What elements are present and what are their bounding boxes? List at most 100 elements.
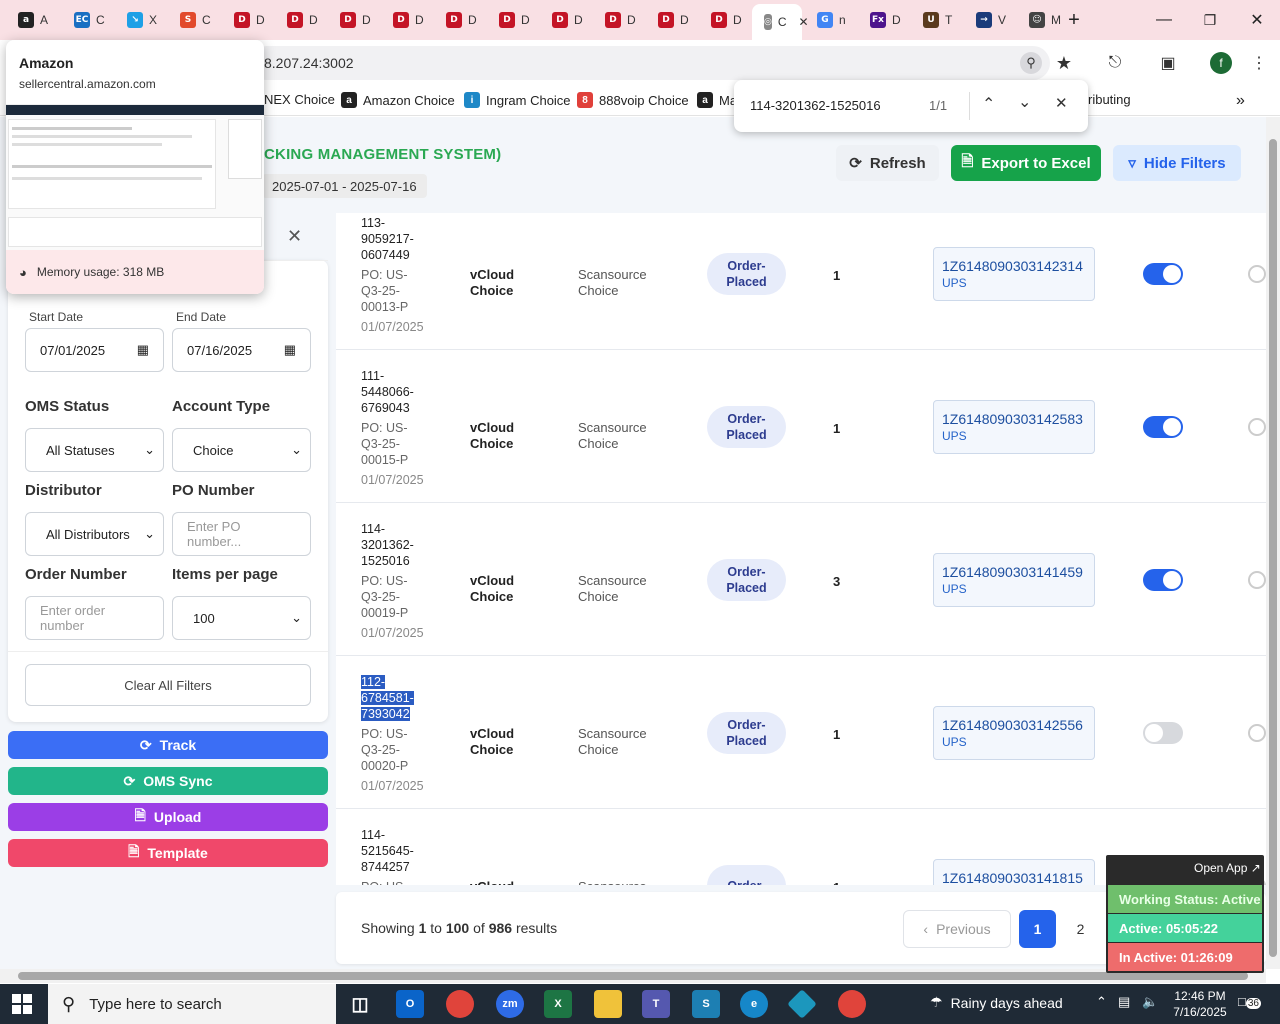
find-in-page-icon[interactable]: ⚲ xyxy=(1020,52,1042,74)
chrome-icon[interactable] xyxy=(446,990,474,1018)
oms-status-select[interactable]: All Statuses ⌄ xyxy=(25,428,164,472)
bookmark-distributing[interactable]: ributing xyxy=(1088,92,1131,107)
vertical-scrollbar[interactable] xyxy=(1266,117,1280,969)
refresh-button[interactable]: ⟳ Refresh xyxy=(836,145,939,181)
menu-kebab-icon[interactable]: ⋮ xyxy=(1248,52,1270,74)
browser-tab[interactable]: DD xyxy=(540,6,590,34)
bookmark-amazon-choice[interactable]: a Amazon Choice xyxy=(341,92,455,108)
export-excel-button[interactable]: 🗎 Export to Excel xyxy=(951,145,1101,181)
horizontal-scrollbar[interactable] xyxy=(0,969,1266,983)
end-date-input[interactable]: 07/16/2025 ▦ xyxy=(172,328,311,372)
tracking-box[interactable]: 1Z6148090303142583 UPS xyxy=(933,400,1095,454)
page-1-button[interactable]: 1 xyxy=(1019,910,1056,948)
order-number[interactable]: 112- 6784581- 7393042 xyxy=(361,674,424,722)
teams-icon[interactable]: T xyxy=(642,990,670,1018)
task-view-icon[interactable]: ◫ xyxy=(346,990,374,1018)
distributor-select[interactable]: All Distributors ⌄ xyxy=(25,512,164,556)
clear-filters-button[interactable]: Clear All Filters xyxy=(25,664,311,706)
chrome-icon[interactable] xyxy=(838,990,866,1018)
browser-tab[interactable]: DD xyxy=(328,6,378,34)
taskbar-search[interactable]: ⚲ Type here to search xyxy=(48,984,336,1024)
address-bar[interactable]: 8.207.24:3002 xyxy=(250,46,1050,80)
oms-sync-button[interactable]: ⟳ OMS Sync xyxy=(8,767,328,795)
network-icon[interactable]: ▤ xyxy=(1118,994,1130,1010)
row-toggle[interactable] xyxy=(1143,569,1183,591)
upload-button[interactable]: 🗎 Upload xyxy=(8,803,328,831)
chevron-up-icon[interactable]: ⌃ xyxy=(1096,994,1107,1010)
minimize-button[interactable]: — xyxy=(1152,8,1176,32)
excel-icon[interactable]: X xyxy=(544,990,572,1018)
weather-widget[interactable]: ☂ Rainy days ahead xyxy=(930,994,1063,1011)
find-input[interactable]: 114-3201362-1525016 xyxy=(750,98,881,113)
browser-tab[interactable]: DD xyxy=(699,6,749,34)
browser-tab[interactable]: aA xyxy=(6,6,56,34)
bookmark-888voip-choice[interactable]: 8 888voip Choice xyxy=(577,92,689,108)
edge-icon[interactable]: e xyxy=(740,990,768,1018)
find-close-icon[interactable]: ✕ xyxy=(1055,94,1068,112)
row-toggle[interactable] xyxy=(1143,263,1183,285)
new-tab-button[interactable]: + xyxy=(1062,8,1086,32)
bookmark-ingram-choice[interactable]: i Ingram Choice xyxy=(464,92,571,108)
row-action-partial[interactable] xyxy=(1248,265,1266,283)
zoom-icon[interactable]: zm xyxy=(496,990,524,1018)
browser-tab[interactable]: UT xyxy=(911,6,961,34)
items-per-page-select[interactable]: 100 ⌄ xyxy=(172,596,311,640)
filters-close-icon[interactable]: ✕ xyxy=(287,226,302,247)
browser-tab[interactable]: DD xyxy=(646,6,696,34)
bookmark-ma[interactable]: a Ma xyxy=(697,92,737,108)
outlook-icon[interactable]: O xyxy=(396,990,424,1018)
vertical-scroll-thumb[interactable] xyxy=(1269,139,1277,957)
browser-tab[interactable]: ☺ M xyxy=(1017,6,1067,34)
window-close-button[interactable]: ✕ xyxy=(1245,8,1269,32)
order-number[interactable]: 111- 5448066- 6769043 xyxy=(361,368,424,416)
side-panel-icon[interactable]: ▣ xyxy=(1157,52,1179,74)
profile-avatar[interactable]: f xyxy=(1210,52,1232,74)
browser-tab[interactable]: DD xyxy=(275,6,325,34)
tracking-box[interactable]: 1Z6148090303141459 UPS xyxy=(933,553,1095,607)
browser-tab[interactable]: Gn xyxy=(805,6,855,34)
order-number-input[interactable]: Enter order number xyxy=(25,596,164,640)
browser-tab[interactable]: DD xyxy=(434,6,484,34)
find-previous-icon[interactable]: ⌃ xyxy=(982,94,995,114)
clock[interactable]: 12:46 PM 7/16/2025 xyxy=(1172,988,1228,1020)
app-diamond-icon[interactable] xyxy=(787,989,817,1019)
script-app-icon[interactable]: S xyxy=(692,990,720,1018)
bookmarks-overflow-icon[interactable]: » xyxy=(1236,92,1245,110)
previous-button[interactable]: ‹ Previous xyxy=(903,910,1011,948)
star-icon[interactable]: ★ xyxy=(1053,52,1075,74)
row-toggle[interactable] xyxy=(1143,722,1183,744)
browser-tab[interactable]: DD xyxy=(222,6,272,34)
horizontal-scroll-thumb[interactable] xyxy=(18,972,1248,980)
row-action-partial[interactable] xyxy=(1248,418,1266,436)
browser-tab[interactable]: DD xyxy=(487,6,537,34)
maximize-button[interactable]: ❐ xyxy=(1198,8,1222,32)
extensions-icon[interactable]: ⎋ xyxy=(1104,52,1126,74)
order-number[interactable]: 114- 5215645- 8744257 xyxy=(361,827,414,875)
find-next-icon[interactable]: ⌄ xyxy=(1018,92,1031,112)
account-type-select[interactable]: Choice ⌄ xyxy=(172,428,311,472)
browser-tab[interactable]: ◎ C ✕ xyxy=(752,4,809,40)
volume-icon[interactable]: 🔈 xyxy=(1142,994,1158,1010)
row-action-partial[interactable] xyxy=(1248,571,1266,589)
start-date-input[interactable]: 07/01/2025 ▦ xyxy=(25,328,164,372)
file-explorer-icon[interactable] xyxy=(594,990,622,1018)
tracking-box[interactable]: 1Z6148090303142314 UPS xyxy=(933,247,1095,301)
tracking-box[interactable]: 1Z6148090303142556 UPS xyxy=(933,706,1095,760)
open-app-link[interactable]: Open App ↗ xyxy=(1194,861,1261,875)
page-2-button[interactable]: 2 xyxy=(1062,910,1099,948)
browser-tab[interactable]: DD xyxy=(381,6,431,34)
windows-start-icon[interactable] xyxy=(12,994,32,1014)
order-number[interactable]: 114- 3201362- 1525016 xyxy=(361,521,424,569)
order-number[interactable]: 113- 9059217- 0607449 xyxy=(361,215,424,263)
browser-tab[interactable]: EC C xyxy=(62,6,112,34)
browser-tab[interactable]: ↘ X xyxy=(115,6,165,34)
hide-filters-button[interactable]: ▿ Hide Filters xyxy=(1113,145,1241,181)
notifications-icon[interactable]: □ 36 xyxy=(1238,994,1261,1009)
track-button[interactable]: ⟳ Track xyxy=(8,731,328,759)
browser-tab[interactable]: → V xyxy=(964,6,1014,34)
tracking-box[interactable]: 1Z6148090303141815 xyxy=(933,859,1095,885)
template-button[interactable]: 🗎 Template xyxy=(8,839,328,867)
row-toggle[interactable] xyxy=(1143,416,1183,438)
bookmark-nex-choice[interactable]: NEX Choice xyxy=(264,92,335,107)
row-action-partial[interactable] xyxy=(1248,724,1266,742)
